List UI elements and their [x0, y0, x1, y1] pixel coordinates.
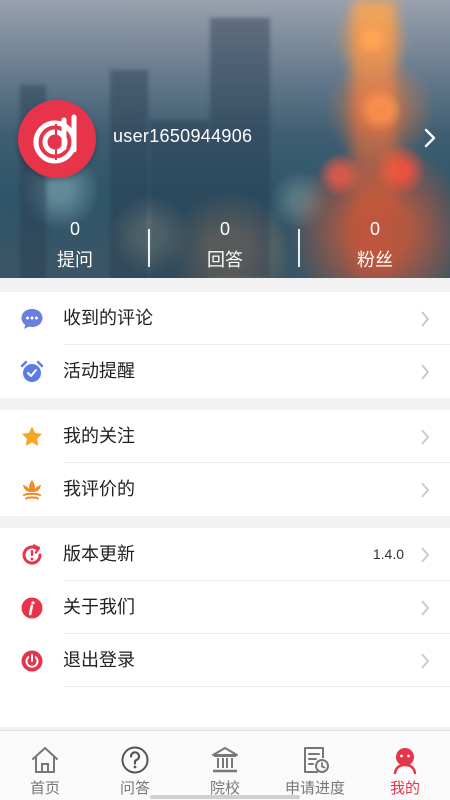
- stat-label: 粉丝: [357, 250, 393, 271]
- comment-bubble-icon: [21, 309, 43, 329]
- stat-count: 0: [369, 219, 380, 239]
- alarm-clock-icon: [20, 360, 44, 382]
- chevron-right-icon: [421, 482, 430, 498]
- stat-count: 0: [69, 219, 80, 239]
- bottom-tab-bar: 首页 问答 院校 申请进度 我的: [0, 730, 450, 800]
- tab-home[interactable]: 首页: [0, 731, 90, 800]
- divider: [63, 686, 450, 687]
- progress-icon: [304, 747, 329, 773]
- tab-application-progress[interactable]: 申请进度: [270, 731, 360, 800]
- username[interactable]: user1650944906: [113, 126, 252, 147]
- menu-item-label: 收到的评论: [63, 308, 153, 329]
- menu-item-label: 我的关注: [63, 426, 135, 447]
- menu-item-label: 版本更新: [63, 544, 135, 565]
- tab-schools[interactable]: 院校: [180, 731, 270, 800]
- menu-item-my-reviews[interactable]: 我评价的: [0, 463, 450, 516]
- chevron-right-icon: [421, 311, 430, 327]
- menu-group-follows: 我的关注 我评价的: [0, 410, 450, 516]
- menu-group-settings: 版本更新 1.4.0 关于我们 退出登录: [0, 528, 450, 727]
- stat-answers[interactable]: 0 回答: [150, 218, 300, 275]
- chevron-right-icon[interactable]: [424, 128, 436, 148]
- menu-item-received-comments[interactable]: 收到的评论: [0, 292, 450, 345]
- avatar[interactable]: [18, 100, 96, 178]
- chevron-right-icon: [421, 600, 430, 616]
- menu-item-activity-reminder[interactable]: 活动提醒: [0, 345, 450, 398]
- home-indicator[interactable]: [150, 795, 300, 799]
- menu-item-version-update[interactable]: 版本更新 1.4.0: [0, 528, 450, 581]
- school-icon: [212, 747, 238, 773]
- chevron-right-icon: [421, 547, 430, 563]
- stat-followers[interactable]: 0 粉丝: [300, 218, 450, 275]
- power-icon: [21, 650, 43, 672]
- stat-divider: [298, 229, 300, 267]
- chevron-right-icon: [421, 429, 430, 445]
- profile-icon: [393, 748, 417, 775]
- tab-qa[interactable]: 问答: [90, 731, 180, 800]
- menu-item-about-us[interactable]: 关于我们: [0, 581, 450, 634]
- info-icon: [21, 597, 43, 619]
- menu-item-label: 活动提醒: [63, 361, 135, 382]
- chevron-right-icon: [421, 653, 430, 669]
- menu-item-logout[interactable]: 退出登录: [0, 634, 450, 687]
- menu-item-label: 关于我们: [63, 597, 135, 618]
- stat-count: 0: [219, 219, 230, 239]
- tab-profile[interactable]: 我的: [360, 731, 450, 800]
- app-logo-icon: [33, 114, 77, 164]
- tab-label: 首页: [29, 779, 60, 797]
- stat-label: 提问: [57, 250, 93, 271]
- stat-questions[interactable]: 0 提问: [0, 218, 150, 275]
- profile-stats: 0 提问 0 回答 0 粉丝: [0, 218, 450, 278]
- tab-label: 我的: [389, 779, 420, 797]
- stat-label: 回答: [207, 250, 243, 271]
- menu-item-my-follows[interactable]: 我的关注: [0, 410, 450, 463]
- menu-item-label: 我评价的: [63, 479, 135, 500]
- menu-group-messages: 收到的评论 活动提醒: [0, 292, 450, 398]
- menu-item-label: 退出登录: [63, 650, 135, 671]
- section-padding: [0, 687, 450, 727]
- update-icon: [22, 544, 42, 565]
- home-icon: [32, 747, 58, 773]
- stat-divider: [148, 229, 150, 267]
- chevron-right-icon: [421, 364, 430, 380]
- question-icon: [121, 746, 149, 774]
- flower-icon: [23, 480, 41, 500]
- star-icon: [21, 426, 43, 446]
- version-number: 1.4.0: [372, 546, 404, 562]
